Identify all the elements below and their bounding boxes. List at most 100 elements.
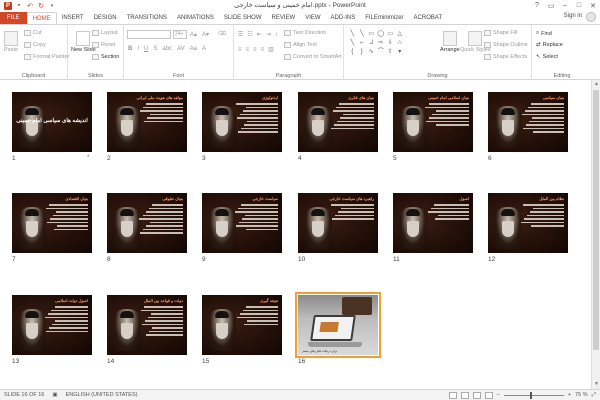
decrease-indent-icon[interactable]: ⇤ <box>257 31 262 38</box>
star-shape-icon[interactable]: ☆ <box>396 39 405 47</box>
connector-shape-icon[interactable]: ᒧ <box>367 39 376 47</box>
ribbon-display-button[interactable]: ▭ <box>544 0 558 11</box>
slide-thumbnail[interactable]: اندیشه های سیاسی امام خمینی <box>12 92 92 152</box>
scroll-down-icon[interactable]: ▼ <box>593 381 600 388</box>
line-spacing-icon[interactable]: ↕ <box>275 32 278 38</box>
text-direction-button[interactable]: Text Direction <box>284 30 326 36</box>
slide-thumbnail[interactable]: سیاست خارجی <box>202 193 282 253</box>
slide-thumbnail[interactable]: بنیان حقوقی <box>107 193 187 253</box>
shrink-font-button[interactable]: A▾ <box>202 31 209 38</box>
proofing-icon[interactable]: ▣ <box>52 392 57 398</box>
numbering-icon[interactable]: ☷ <box>247 31 252 38</box>
find-button[interactable]: ⌕ Find <box>536 30 552 37</box>
sign-in-link[interactable]: Sign in <box>564 13 582 19</box>
shape-outline-button[interactable]: Shape Outline <box>484 42 528 48</box>
align-center-icon[interactable]: ≡ <box>246 47 250 53</box>
bold-icon[interactable]: B <box>128 46 132 52</box>
zoom-slider[interactable] <box>503 391 564 399</box>
shapes-gallery[interactable]: ╲ ╲ ▭ ◯ ▭ △ ╲ ⌐ ᒧ ⇨ ⇩ ☆ {} ∿ ⌒ ⇧ ▾ <box>348 30 404 56</box>
tab-view[interactable]: VIEW <box>300 12 325 24</box>
copy-button[interactable]: Copy <box>24 42 46 48</box>
undo-icon[interactable]: ↶ <box>26 2 34 10</box>
tab-file[interactable]: FILE <box>0 12 27 24</box>
freeform-shape-icon[interactable]: ⌒ <box>377 48 386 56</box>
slide-thumbnail[interactable]: اصول <box>393 193 473 253</box>
help-button[interactable]: ? <box>530 0 544 11</box>
slide-thumbnail[interactable]: راهبرد های سیاست خارجی <box>298 193 378 253</box>
scroll-up-icon[interactable]: ▲ <box>593 81 600 88</box>
zoom-out-button[interactable]: – <box>497 392 500 398</box>
replace-button[interactable]: ⇄ Replace <box>536 42 563 48</box>
italic-icon[interactable]: I <box>137 46 139 52</box>
arrow-shape-icon[interactable]: ⇨ <box>377 39 386 47</box>
tab-review[interactable]: REVIEW <box>267 12 301 24</box>
slide-thumbnail[interactable]: بنیان سیاسی <box>488 92 568 152</box>
connector-shape-icon[interactable]: ⌐ <box>358 39 367 47</box>
shadow-icon[interactable]: S <box>153 46 157 52</box>
vertical-scrollbar[interactable]: ▲ ▼ <box>591 80 600 389</box>
fit-slide-icon[interactable]: ⤢ <box>592 392 596 399</box>
slide-thumbnail[interactable]: نتیجه گیری <box>202 295 282 355</box>
slide-thumbnail[interactable]: برای دریافت فایل های بیشتر <box>295 292 381 358</box>
zoom-slider-thumb[interactable] <box>529 391 532 399</box>
font-size-box[interactable]: 24+ <box>173 30 187 39</box>
slide-thumbnail[interactable]: نظام بین الملل <box>488 193 568 253</box>
reading-view-button[interactable] <box>472 391 481 399</box>
strikethrough-icon[interactable]: abc <box>162 46 172 52</box>
convert-smartart-button[interactable]: Convert to SmartArt <box>284 54 342 60</box>
powerpoint-app-icon[interactable]: P <box>4 1 12 10</box>
format-painter-button[interactable]: Format Painter <box>24 54 69 60</box>
save-icon[interactable]: ▪ <box>15 2 23 10</box>
spacing-icon[interactable]: AV <box>177 46 185 52</box>
select-button[interactable]: ↖ Select <box>536 54 558 60</box>
font-color-icon[interactable]: A <box>202 46 206 52</box>
clear-format-icon[interactable]: ⌫ <box>218 31 226 37</box>
align-right-icon[interactable]: ≡ <box>253 47 257 53</box>
shape-effects-button[interactable]: Shape Effects <box>484 54 527 60</box>
columns-icon[interactable]: ▥ <box>268 46 274 53</box>
rectangle-shape-icon[interactable]: ▭ <box>367 30 376 38</box>
layout-button[interactable]: Layout <box>92 30 118 36</box>
normal-view-button[interactable] <box>448 391 457 399</box>
slide-thumbnail[interactable]: بنیان اقتصادی <box>12 193 92 253</box>
font-style-buttons[interactable]: B I U Sabc AV Aa A <box>128 46 206 52</box>
line-shape-icon[interactable]: ╲ <box>348 30 357 38</box>
more-shapes-icon[interactable]: ▾ <box>396 48 405 56</box>
slide-sorter-view-button[interactable] <box>460 391 469 399</box>
justify-icon[interactable]: ≡ <box>261 47 265 53</box>
increase-indent-icon[interactable]: ⇥ <box>266 31 271 38</box>
slide-thumbnail[interactable]: بنیان اسلامی امام خمینی <box>393 92 473 152</box>
curve-shape-icon[interactable]: ∿ <box>367 48 376 56</box>
tab-insert[interactable]: INSERT <box>57 12 89 24</box>
slide-thumbnail[interactable]: مولفه های هویت ملی ایرانی <box>107 92 187 152</box>
slide-thumbnail[interactable]: بنیان های فکری <box>298 92 378 152</box>
arrange-button[interactable]: Arrange <box>440 31 460 53</box>
tab-animations[interactable]: ANIMATIONS <box>172 12 219 24</box>
maximize-button[interactable]: □ <box>572 0 586 11</box>
brace-shape-icon[interactable]: } <box>358 48 367 56</box>
zoom-in-button[interactable]: + <box>568 392 571 398</box>
line-shape-icon[interactable]: ╲ <box>358 30 367 38</box>
cut-button[interactable]: Cut <box>24 30 42 36</box>
zoom-level[interactable]: 75 % <box>575 392 588 398</box>
align-left-icon[interactable]: ≡ <box>238 47 242 53</box>
bullets-icon[interactable]: ☰ <box>238 31 243 38</box>
reset-button[interactable]: Reset <box>92 42 115 48</box>
brace-shape-icon[interactable]: { <box>348 48 357 56</box>
case-icon[interactable]: Aa <box>190 46 197 52</box>
list-buttons[interactable]: ☰ ☷ ⇤ ⇥ ↕ <box>238 31 278 39</box>
tab-acrobat[interactable]: ACROBAT <box>409 12 448 24</box>
tab-fileminimizer[interactable]: FILEminimizer <box>360 12 408 24</box>
paste-button[interactable]: Paste <box>4 31 18 53</box>
redo-icon[interactable]: ↻ <box>37 2 45 10</box>
slide-thumbnail[interactable]: اصول دولت اسلامی <box>12 295 92 355</box>
tab-transitions[interactable]: TRANSITIONS <box>122 12 172 24</box>
slide-show-button[interactable] <box>484 391 493 399</box>
tab-home[interactable]: HOME <box>26 12 57 24</box>
shape-fill-button[interactable]: Shape Fill <box>484 30 517 36</box>
align-text-button[interactable]: Align Text <box>284 42 317 48</box>
customize-icon[interactable]: ▾ <box>48 2 56 10</box>
tab-add-ins[interactable]: ADD-INS <box>326 12 361 24</box>
transition-star-icon[interactable]: * <box>87 155 89 161</box>
user-avatar-icon[interactable] <box>586 12 596 22</box>
